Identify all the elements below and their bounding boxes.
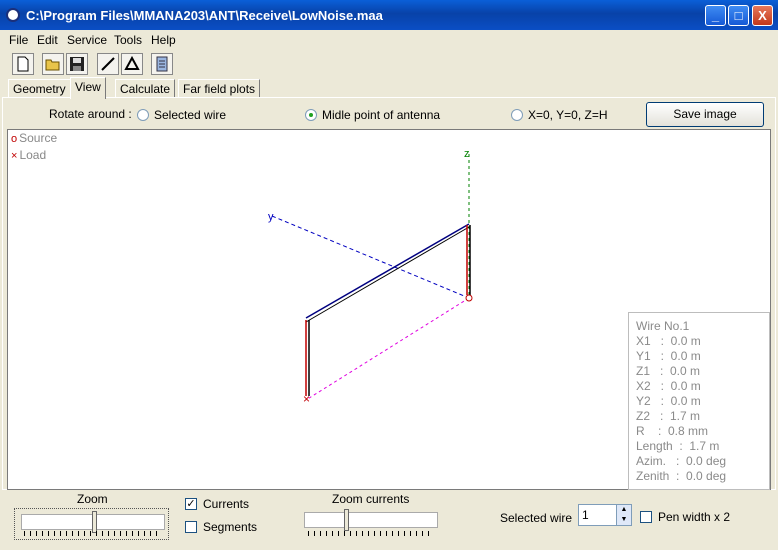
zoom-slider-thumb[interactable]	[92, 511, 97, 533]
zoom-currents-label: Zoom currents	[332, 492, 410, 506]
toolbar	[0, 51, 778, 77]
menu-help[interactable]: Help	[151, 33, 176, 47]
wire-info-title: Wire No.1	[636, 319, 690, 333]
antenna-view-canvas[interactable]: o Source × Load z y × Wire No.1 X1 : 0.0 m…	[7, 129, 771, 490]
window-title: C:\Program Files\MMANA203\ANT\Receive\Lo…	[26, 8, 383, 23]
tab-calculate[interactable]: Calculate	[115, 79, 176, 98]
tab-strip: Geometry View Calculate Far field plots	[0, 77, 778, 99]
menu-bar: File Edit Service Tools Help	[0, 30, 778, 49]
close-button[interactable]: X	[752, 5, 773, 26]
z-axis-label: z	[464, 148, 470, 160]
selected-wire-label: Selected wire	[500, 511, 573, 525]
y-axis-line	[271, 215, 470, 299]
tab-far-field-plots[interactable]: Far field plots	[178, 79, 261, 98]
radio-dot	[137, 109, 149, 121]
radio-dot	[305, 109, 317, 121]
wire-info-row: Y1 : 0.0 m	[636, 349, 701, 363]
new-file-button[interactable]	[12, 53, 34, 75]
spinner-arrows-icon[interactable]: ▲ ▼	[616, 505, 631, 525]
zoom-currents-slider-thumb[interactable]	[344, 509, 349, 531]
document-icon	[156, 56, 168, 72]
currents-label: Currents	[203, 497, 250, 511]
wire-info-row: R : 0.8 mm	[636, 424, 709, 438]
segments-label: Segments	[203, 520, 258, 534]
wire-info-panel: Wire No.1 X1 : 0.0 m Y1 : 0.0 m Z1 : 0.0…	[628, 312, 770, 490]
rotate-around-label: Rotate around :	[49, 107, 132, 121]
draw-wire-button[interactable]	[97, 53, 119, 75]
currents-check-icon: ✓	[185, 498, 197, 510]
wire-info-row: Zenith : 0.0 deg	[636, 469, 727, 483]
wire-info-row: Z2 : 1.7 m	[636, 409, 701, 423]
segments-check-icon	[185, 521, 197, 533]
document-button[interactable]	[151, 53, 173, 75]
bottom-controls: Zoom ✓ Currents Segments Zoom currents S…	[0, 490, 778, 550]
wire-info-row: Azim. : 0.0 deg	[636, 454, 727, 468]
zoom-currents-slider[interactable]	[304, 512, 438, 528]
selected-wire-value: 1	[582, 508, 589, 522]
source-marker	[465, 294, 473, 302]
radio-label: Midle point of antenna	[322, 108, 441, 122]
minimize-button[interactable]: _	[705, 5, 726, 26]
line-icon	[101, 57, 115, 71]
zoom-currents-ticks	[308, 531, 434, 536]
pen-width-check-icon	[640, 511, 652, 523]
open-folder-icon	[45, 59, 60, 71]
zoom-slider-ticks	[24, 531, 162, 536]
menu-file[interactable]: File	[9, 33, 28, 47]
radio-label: X=0, Y=0, Z=H	[528, 108, 608, 122]
wire-info-row: Z1 : 0.0 m	[636, 364, 701, 378]
wire-horizontal-black	[305, 226, 470, 323]
new-file-icon	[17, 56, 29, 72]
save-disk-icon	[70, 57, 84, 71]
wire-info-row: Y2 : 0.0 m	[636, 394, 701, 408]
wire-info-row: X1 : 0.0 m	[636, 334, 701, 348]
save-image-button[interactable]: Save image	[646, 102, 764, 127]
x-axis-line	[305, 297, 470, 401]
menu-service[interactable]: Service	[67, 33, 107, 47]
y-axis-label: y	[268, 211, 274, 223]
menu-edit[interactable]: Edit	[37, 33, 58, 47]
open-file-button[interactable]	[42, 53, 64, 75]
wire-info-row: Length : 1.7 m	[636, 439, 720, 453]
zoom-label: Zoom	[77, 492, 108, 506]
maximize-button[interactable]: □	[728, 5, 749, 26]
menu-tools[interactable]: Tools	[114, 33, 142, 47]
tab-view[interactable]: View	[70, 77, 106, 99]
pen-width-label: Pen width x 2	[658, 510, 731, 524]
selected-wire-spinner[interactable]: 1 ▲ ▼	[578, 504, 632, 526]
load-marker: ×	[303, 392, 310, 406]
triangle-icon	[124, 56, 140, 70]
app-icon	[6, 8, 20, 22]
radio-label: Selected wire	[154, 108, 227, 122]
save-file-button[interactable]	[66, 53, 88, 75]
title-bar: C:\Program Files\MMANA203\ANT\Receive\Lo…	[0, 0, 778, 30]
triangle-button[interactable]	[121, 53, 143, 75]
wire-horizontal-blue	[305, 223, 470, 319]
tab-geometry[interactable]: Geometry	[8, 79, 71, 98]
wire-info-row: X2 : 0.0 m	[636, 379, 701, 393]
radio-dot	[511, 109, 523, 121]
